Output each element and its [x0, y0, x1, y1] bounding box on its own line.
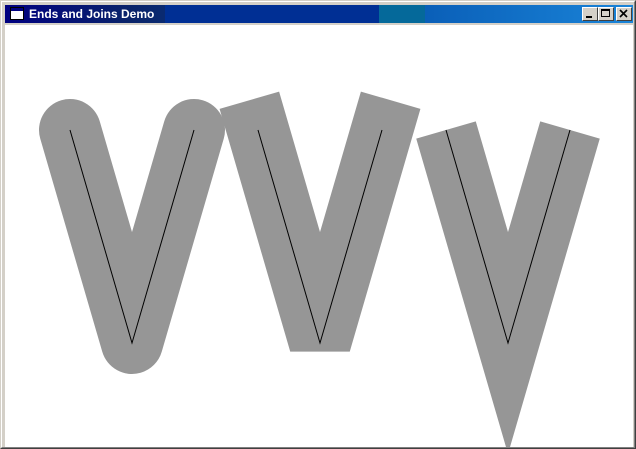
minimize-button[interactable] [582, 7, 598, 21]
app-window: Ends and Joins Demo [0, 0, 636, 449]
close-icon [619, 9, 628, 18]
app-window-icon[interactable] [10, 7, 24, 20]
ends-and-joins-canvas [39, 91, 600, 447]
title-bar-band [379, 5, 425, 23]
title-bar[interactable]: Ends and Joins Demo [5, 5, 633, 23]
title-bar-band [165, 5, 379, 23]
drawing-area [5, 25, 633, 447]
flat-end-miter-join-figure [416, 121, 600, 447]
app-icon-bar [11, 8, 23, 11]
square-end-bevel-join-figure [219, 91, 421, 352]
window-frame: Ends and Joins Demo [1, 1, 635, 448]
close-button[interactable] [616, 7, 632, 21]
window-title: Ends and Joins Demo [29, 7, 155, 21]
wide-pen-square-stroke [219, 91, 421, 352]
round-end-round-join-figure [39, 99, 225, 374]
wide-pen-round-stroke [39, 99, 225, 374]
maximize-button[interactable] [598, 7, 614, 21]
minimize-icon [586, 16, 592, 18]
wide-pen-flat-stroke [416, 121, 600, 447]
maximize-icon [601, 9, 610, 17]
